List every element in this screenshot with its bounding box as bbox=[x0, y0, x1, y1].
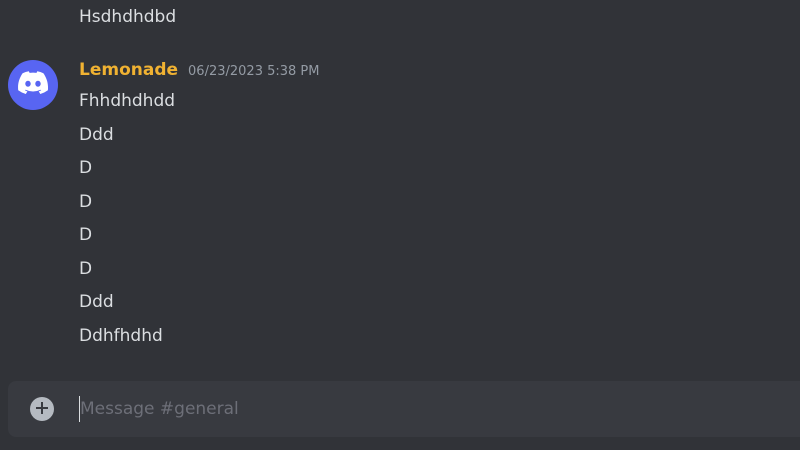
chat-panel: Hsdhdhdbd Lemonade 06/23/2023 5:38 PM Fh… bbox=[0, 0, 800, 450]
discord-logo-icon bbox=[18, 71, 49, 99]
message-line: D bbox=[79, 225, 93, 245]
message-line: Ddd bbox=[79, 292, 114, 312]
message-line: Ddhfhdhd bbox=[79, 325, 163, 346]
username[interactable]: Lemonade bbox=[79, 60, 178, 80]
message-composer bbox=[8, 381, 800, 437]
message-header: Lemonade 06/23/2023 5:38 PM bbox=[79, 60, 319, 86]
attach-button[interactable] bbox=[30, 397, 54, 421]
message-input[interactable] bbox=[80, 392, 780, 426]
message-lines: Fhhdhdhdd Ddd D D D D Ddd Ddhfhdhd bbox=[79, 88, 175, 356]
avatar[interactable] bbox=[8, 60, 58, 110]
message-line: D bbox=[79, 158, 93, 178]
message-line: D bbox=[79, 191, 93, 212]
message-line: Fhhdhdhdd bbox=[79, 91, 176, 111]
timestamp: 06/23/2023 5:38 PM bbox=[188, 64, 320, 79]
message-line: D bbox=[79, 258, 93, 279]
plus-circle-icon bbox=[35, 400, 49, 419]
message-line: Ddd bbox=[79, 124, 114, 145]
message-line: Hsdhdhdbd bbox=[79, 7, 177, 27]
